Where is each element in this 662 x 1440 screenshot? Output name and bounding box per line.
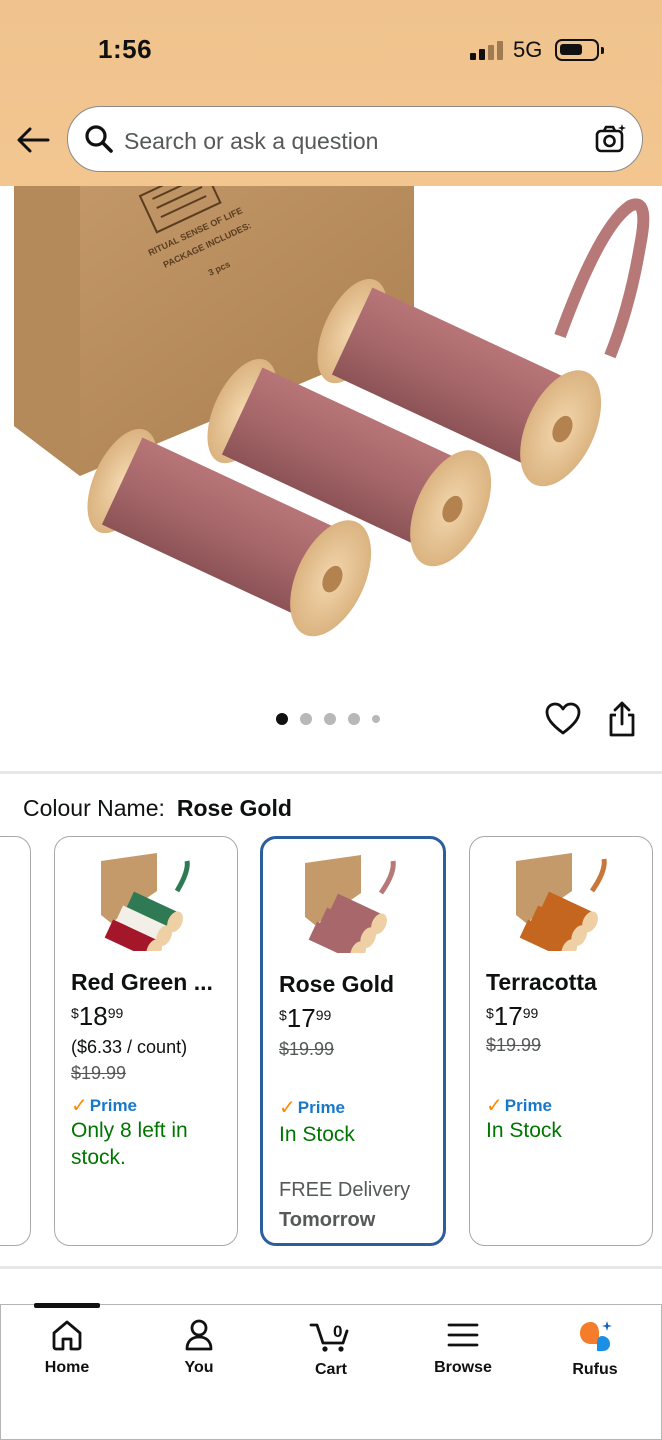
back-arrow-icon[interactable] [14, 124, 54, 156]
variant-name: Rose Gold [279, 971, 395, 997]
network-type: 5G [513, 37, 543, 62]
delivery-day: Tomorrow [279, 1209, 376, 1231]
menu-icon [447, 1323, 479, 1347]
variant-name: Red Green ... [71, 969, 213, 995]
status-time: 1:56 [98, 34, 153, 64]
divider [0, 1266, 662, 1269]
active-tab-indicator [34, 1303, 100, 1308]
battery-icon [555, 39, 604, 61]
nav-browse[interactable]: Browse [413, 1319, 513, 1377]
search-bar[interactable]: Search or ask a question [67, 106, 643, 172]
prime-badge: ✓ Prime [486, 1095, 553, 1117]
list-price: $19.99 [279, 1039, 335, 1059]
stock-status: In Stock [486, 1119, 562, 1142]
prime-badge: ✓ Prime [71, 1095, 138, 1117]
nav-rufus[interactable]: Rufus [545, 1319, 645, 1379]
prime-badge: ✓ Prime [279, 1097, 346, 1119]
variant-price: $1799 [486, 1001, 539, 1031]
app-header: 1:56 5G Search or ask a question [0, 0, 662, 186]
stock-status: Only 8 left in stock. [71, 1119, 188, 1169]
nav-you[interactable]: You [149, 1319, 249, 1377]
nav-label: Browse [434, 1359, 492, 1376]
colour-name-row: Colour Name: Rose Gold [23, 795, 292, 822]
variant-name: Terracotta [486, 969, 597, 995]
carousel-dot[interactable] [348, 713, 360, 725]
nav-label: Rufus [572, 1361, 618, 1378]
cart-icon: 0 [309, 1322, 349, 1352]
product-image[interactable]: RITUAL SENSE OF LIFE PACKAGE INCLUDES: 3… [0, 186, 662, 662]
variant-price: $1899 [71, 1001, 124, 1031]
variant-card-selected[interactable]: Rose Gold $1799 $19.99 ✓ Prime In Stock F… [260, 836, 446, 1246]
variant-thumbnail [512, 851, 610, 961]
colour-value: Rose Gold [176, 795, 292, 821]
variant-card[interactable]: Terracotta $1799 $19.99 ✓ Prime In Stock [469, 836, 653, 1246]
list-price: $19.99 [71, 1063, 127, 1083]
prime-check-icon: ✓ [279, 1097, 296, 1119]
nav-label: Home [44, 1359, 90, 1376]
person-icon [185, 1319, 213, 1351]
image-carousel-dots[interactable] [276, 712, 380, 726]
variant-price: $1799 [279, 1003, 332, 1033]
variant-thumbnail [97, 851, 195, 961]
variant-card[interactable]: Red Green ... $1899 ($6.33 / count) $19.… [54, 836, 238, 1246]
carousel-dot[interactable] [276, 713, 288, 725]
prime-check-icon: ✓ [71, 1095, 88, 1117]
delivery-text: FREE Delivery [279, 1179, 411, 1201]
camera-search-icon[interactable] [594, 122, 628, 156]
share-icon[interactable] [606, 700, 638, 738]
nav-label: You [184, 1359, 214, 1376]
prime-check-icon: ✓ [486, 1095, 503, 1117]
carousel-dot[interactable] [300, 713, 312, 725]
stock-status: In Stock [279, 1123, 355, 1146]
nav-label: Cart [314, 1361, 347, 1378]
rufus-icon [580, 1321, 612, 1351]
signal-icon [470, 40, 504, 60]
cart-count: 0 [333, 1322, 342, 1341]
home-icon [52, 1320, 82, 1351]
nav-home[interactable]: Home [17, 1319, 117, 1377]
search-icon [84, 124, 114, 154]
carousel-dot[interactable] [324, 713, 336, 725]
variant-thumbnail [301, 853, 399, 963]
search-input[interactable]: Search or ask a question [124, 128, 378, 155]
carousel-dot[interactable] [372, 715, 380, 723]
variant-card-partial[interactable] [0, 836, 31, 1246]
unit-price: ($6.33 / count) [71, 1037, 188, 1057]
bottom-nav: Home You 0 Cart Browse Rufus [0, 1303, 662, 1440]
list-price: $19.99 [486, 1035, 542, 1055]
nav-cart[interactable]: 0 Cart [281, 1319, 381, 1379]
heart-icon[interactable] [545, 702, 581, 736]
divider [0, 771, 662, 774]
colour-label: Colour Name: [23, 795, 165, 821]
